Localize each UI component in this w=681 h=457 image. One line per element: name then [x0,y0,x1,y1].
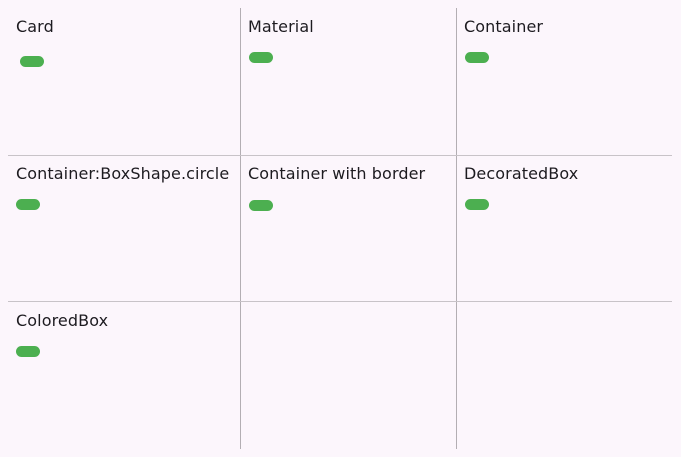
cell-title: Container:BoxShape.circle [16,164,230,183]
container-sample [465,52,489,63]
grid-divider-vertical [240,8,241,449]
cell-title: Material [248,17,314,36]
cell-title: Container with border [248,164,426,183]
grid-cell-decoratedbox: DecoratedBox [464,164,668,310]
grid-cell-container: Container [464,17,668,163]
material-sample [249,52,273,63]
cell-title: Container [464,17,544,36]
grid-cell-container-circle: Container:BoxShape.circle [16,164,238,310]
grid-cell-empty [248,311,452,457]
card-sample [20,56,44,67]
widget-grid: Card Material Container Container:BoxSha… [0,0,681,457]
cell-title: DecoratedBox [464,164,579,183]
decoratedbox-sample [465,199,489,210]
grid-cell-material: Material [248,17,452,163]
grid-cell-container-border: Container with border [248,164,452,310]
grid-cell-coloredbox: ColoredBox [16,311,236,457]
coloredbox-sample [16,346,40,357]
grid-cell-card: Card [16,17,236,163]
container-border-sample [249,200,273,211]
grid-divider-vertical [456,8,457,449]
cell-title: ColoredBox [16,311,109,330]
container-circle-sample [16,199,40,210]
grid-cell-empty [464,311,668,457]
cell-title: Card [16,17,54,36]
